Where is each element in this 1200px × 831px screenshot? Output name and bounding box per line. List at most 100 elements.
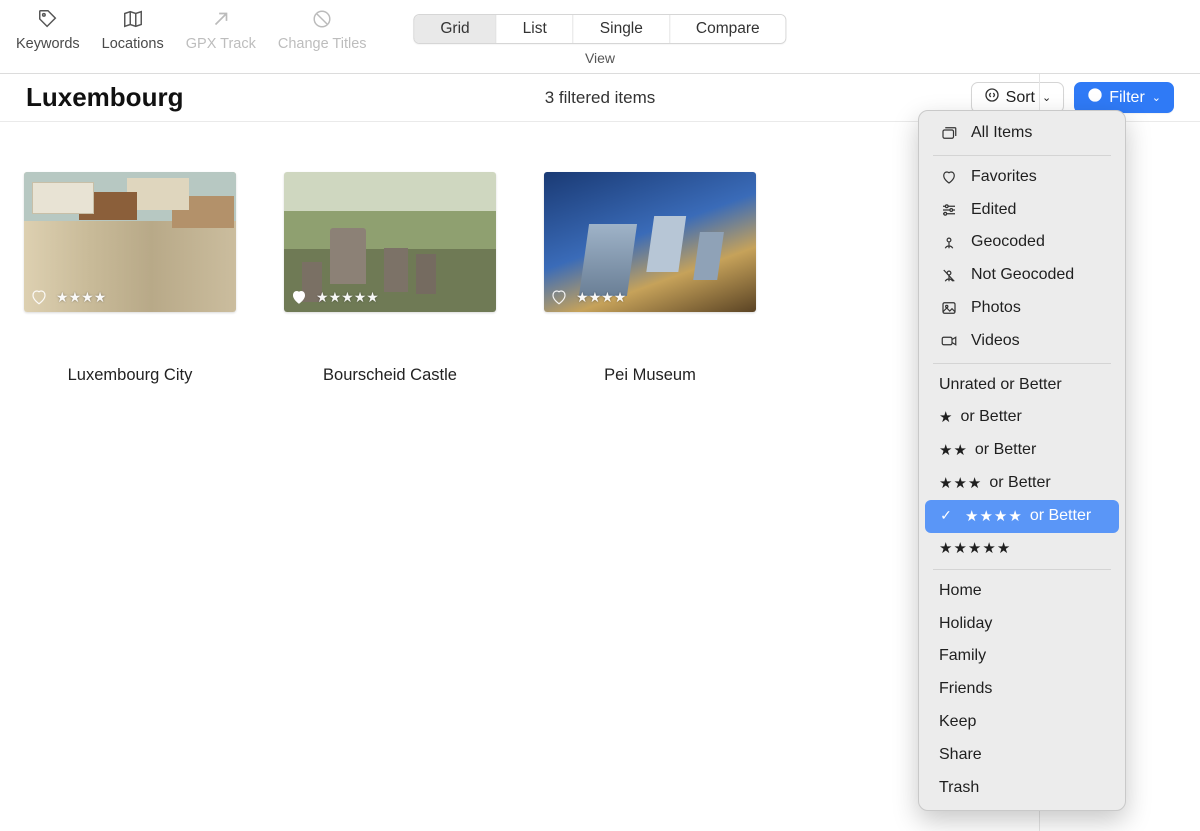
- photo-title: Pei Museum: [544, 366, 756, 385]
- rating-stars-icon: ★★★: [939, 472, 981, 495]
- filter-item-label: Keep: [939, 710, 976, 735]
- rating-stars[interactable]: ★★★★: [56, 290, 106, 304]
- filter-rating-1[interactable]: ★ or Better: [925, 401, 1119, 434]
- sort-button-label: Sort: [1006, 89, 1035, 107]
- filter-item-label: or Better: [975, 438, 1036, 463]
- toolbar-item-label: Locations: [102, 36, 164, 52]
- filter-item-videos[interactable]: Videos: [925, 325, 1119, 358]
- view-tab-grid[interactable]: Grid: [414, 15, 496, 43]
- chevron-down-icon: ⌄: [1152, 91, 1161, 104]
- rating-stars-icon: ★★: [939, 439, 967, 462]
- filter-item-label: Videos: [971, 329, 1020, 354]
- view-segmented-control: GridListSingleCompare: [413, 14, 786, 44]
- filter-rating-4[interactable]: ✓ ★★★★ or Better: [925, 500, 1119, 533]
- filter-keyword-share[interactable]: Share: [925, 739, 1119, 772]
- toolbar-item-label: GPX Track: [186, 36, 256, 52]
- filter-item-label: Holiday: [939, 612, 992, 637]
- filter-item-label: Edited: [971, 198, 1016, 223]
- map-pin-off-icon: [939, 267, 959, 285]
- photo-overlay: ★★★★: [550, 288, 626, 306]
- filter-item-not-geocoded[interactable]: Not Geocoded: [925, 259, 1119, 292]
- favorite-heart-icon[interactable]: [30, 288, 48, 306]
- filter-keyword-trash[interactable]: Trash: [925, 772, 1119, 805]
- menu-separator: [933, 155, 1111, 156]
- filter-button-label: Filter: [1109, 89, 1145, 107]
- heart-icon: [939, 168, 959, 186]
- map-icon: [120, 8, 146, 30]
- filter-rating-0[interactable]: Unrated or Better: [925, 369, 1119, 402]
- image-icon: [939, 299, 959, 317]
- video-icon: [939, 332, 959, 350]
- tag-icon: [35, 8, 61, 30]
- photo-title: Bourscheid Castle: [284, 366, 496, 385]
- filter-keyword-family[interactable]: Family: [925, 640, 1119, 673]
- check-icon: ✓: [939, 505, 953, 527]
- filter-keyword-friends[interactable]: Friends: [925, 673, 1119, 706]
- view-switcher-group: GridListSingleCompare View: [413, 14, 786, 66]
- filter-item-label: Unrated or Better: [939, 373, 1062, 398]
- sliders-icon: [939, 201, 959, 219]
- stack-icon: [939, 124, 959, 142]
- filter-icon: [1087, 87, 1103, 108]
- map-pin-icon: [939, 234, 959, 252]
- filtered-count-label: 3 filtered items: [545, 88, 656, 108]
- filter-item-label: Family: [939, 644, 986, 669]
- menu-separator: [933, 363, 1111, 364]
- filter-dropdown: All Items Favorites Edited Geocoded Not Geoc…: [918, 110, 1126, 811]
- rating-stars-icon: ★: [939, 406, 952, 429]
- filter-keyword-keep[interactable]: Keep: [925, 706, 1119, 739]
- filter-item-label: Favorites: [971, 165, 1037, 190]
- filter-button[interactable]: Filter ⌄: [1074, 82, 1174, 113]
- filter-item-geocoded[interactable]: Geocoded: [925, 226, 1119, 259]
- rating-stars[interactable]: ★★★★: [576, 290, 626, 304]
- toolbar-change-titles: Change Titles: [278, 8, 367, 52]
- filter-item-label: Photos: [971, 296, 1021, 321]
- photo-thumbnail[interactable]: ★★★★: [544, 172, 756, 312]
- view-group-label: View: [585, 50, 615, 66]
- toolbar-keywords[interactable]: Keywords: [16, 8, 80, 52]
- photo-card[interactable]: ★★★★ Luxembourg City: [24, 172, 236, 385]
- filter-item-edited[interactable]: Edited: [925, 194, 1119, 227]
- menu-separator: [933, 569, 1111, 570]
- toolbar: KeywordsLocationsGPX TrackChange Titles …: [0, 0, 1200, 74]
- filter-rating-5[interactable]: ★★★★★: [925, 533, 1119, 564]
- filter-item-photos[interactable]: Photos: [925, 292, 1119, 325]
- rating-stars[interactable]: ★★★★★: [316, 290, 379, 304]
- filter-item-label: or Better: [960, 405, 1021, 430]
- sort-icon: [984, 87, 1000, 108]
- photo-thumbnail[interactable]: ★★★★: [24, 172, 236, 312]
- filter-item-label: Geocoded: [971, 230, 1045, 255]
- filter-rating-3[interactable]: ★★★ or Better: [925, 467, 1119, 500]
- filter-item-label: All Items: [971, 121, 1032, 146]
- photo-card[interactable]: ★★★★★ Bourscheid Castle: [284, 172, 496, 385]
- toolbar-locations[interactable]: Locations: [102, 8, 164, 52]
- favorite-heart-icon[interactable]: [550, 288, 568, 306]
- view-tab-list[interactable]: List: [497, 15, 574, 43]
- photo-overlay: ★★★★: [30, 288, 106, 306]
- filter-item-label: Not Geocoded: [971, 263, 1074, 288]
- view-tab-single[interactable]: Single: [574, 15, 670, 43]
- filter-item-favorites[interactable]: Favorites: [925, 161, 1119, 194]
- filter-item-label: or Better: [989, 471, 1050, 496]
- photo-card[interactable]: ★★★★ Pei Museum: [544, 172, 756, 385]
- filter-item-label: or Better: [1030, 504, 1091, 529]
- toolbar-gpx-track: GPX Track: [186, 8, 256, 52]
- filter-rating-2[interactable]: ★★ or Better: [925, 434, 1119, 467]
- filter-keyword-holiday[interactable]: Holiday: [925, 608, 1119, 641]
- no-sign-icon: [309, 8, 335, 30]
- rating-stars-icon: ★★★★: [965, 505, 1022, 528]
- toolbar-left: Keywords Locations GPX Track Change Titles: [16, 8, 367, 52]
- photo-thumbnail[interactable]: ★★★★★: [284, 172, 496, 312]
- favorite-heart-icon[interactable]: [290, 288, 308, 306]
- sort-button[interactable]: Sort ⌄: [971, 82, 1065, 113]
- toolbar-item-label: Change Titles: [278, 36, 367, 52]
- view-tab-compare[interactable]: Compare: [670, 15, 786, 43]
- filter-item-all[interactable]: All Items: [925, 117, 1119, 150]
- filter-item-label: Friends: [939, 677, 992, 702]
- filter-keyword-home[interactable]: Home: [925, 575, 1119, 608]
- page-title: Luxembourg: [26, 82, 183, 113]
- photo-title: Luxembourg City: [24, 366, 236, 385]
- rating-stars-icon: ★★★★★: [939, 537, 1010, 560]
- chevron-down-icon: ⌄: [1042, 91, 1051, 104]
- header-right: Sort ⌄ Filter ⌄: [971, 82, 1174, 113]
